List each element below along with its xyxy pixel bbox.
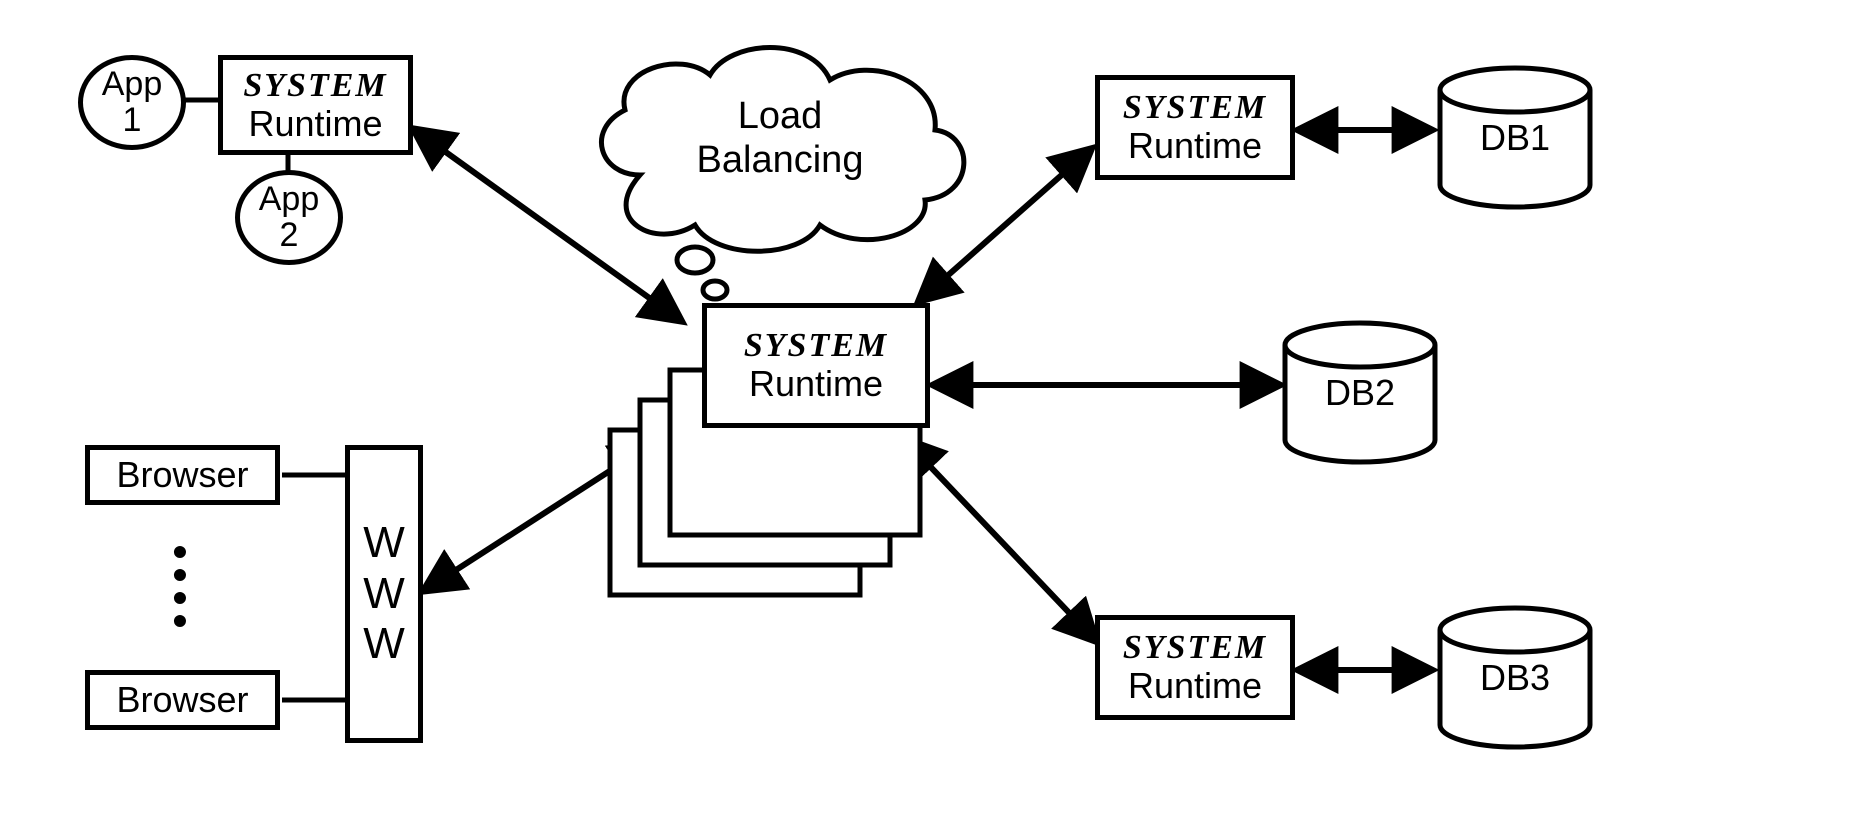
runtime-word: Runtime (1128, 666, 1262, 706)
app1-node: App1 (78, 55, 186, 150)
browser-label: Browser (116, 455, 248, 495)
system-runtime-top-left: SYSTEM Runtime (218, 55, 413, 155)
db1-label: DB1 (1480, 117, 1550, 158)
system-runtime-center: SYSTEM Runtime (702, 303, 930, 428)
cloud-label: LoadBalancing (650, 95, 910, 182)
runtime-word: Runtime (749, 364, 883, 404)
browser-top: Browser (85, 445, 280, 505)
system-word: SYSTEM (1123, 89, 1267, 126)
browser-bottom: Browser (85, 670, 280, 730)
www-block: WWW (345, 445, 423, 743)
runtime-word: Runtime (1128, 126, 1262, 166)
app2-label: App2 (259, 182, 320, 253)
app2-node: App2 (235, 170, 343, 265)
db2-label: DB2 (1325, 372, 1395, 413)
system-runtime-bottom-right: SYSTEM Runtime (1095, 615, 1295, 720)
system-word: SYSTEM (1123, 629, 1267, 666)
ellipsis-icon: •••• (165, 540, 195, 632)
db3-label: DB3 (1480, 657, 1550, 698)
app1-label: App1 (102, 67, 163, 138)
system-word: SYSTEM (243, 67, 387, 104)
system-runtime-top-right: SYSTEM Runtime (1095, 75, 1295, 180)
runtime-word: Runtime (248, 104, 382, 144)
www-label: WWW (363, 518, 405, 670)
system-word: SYSTEM (744, 327, 888, 364)
browser-label: Browser (116, 680, 248, 720)
